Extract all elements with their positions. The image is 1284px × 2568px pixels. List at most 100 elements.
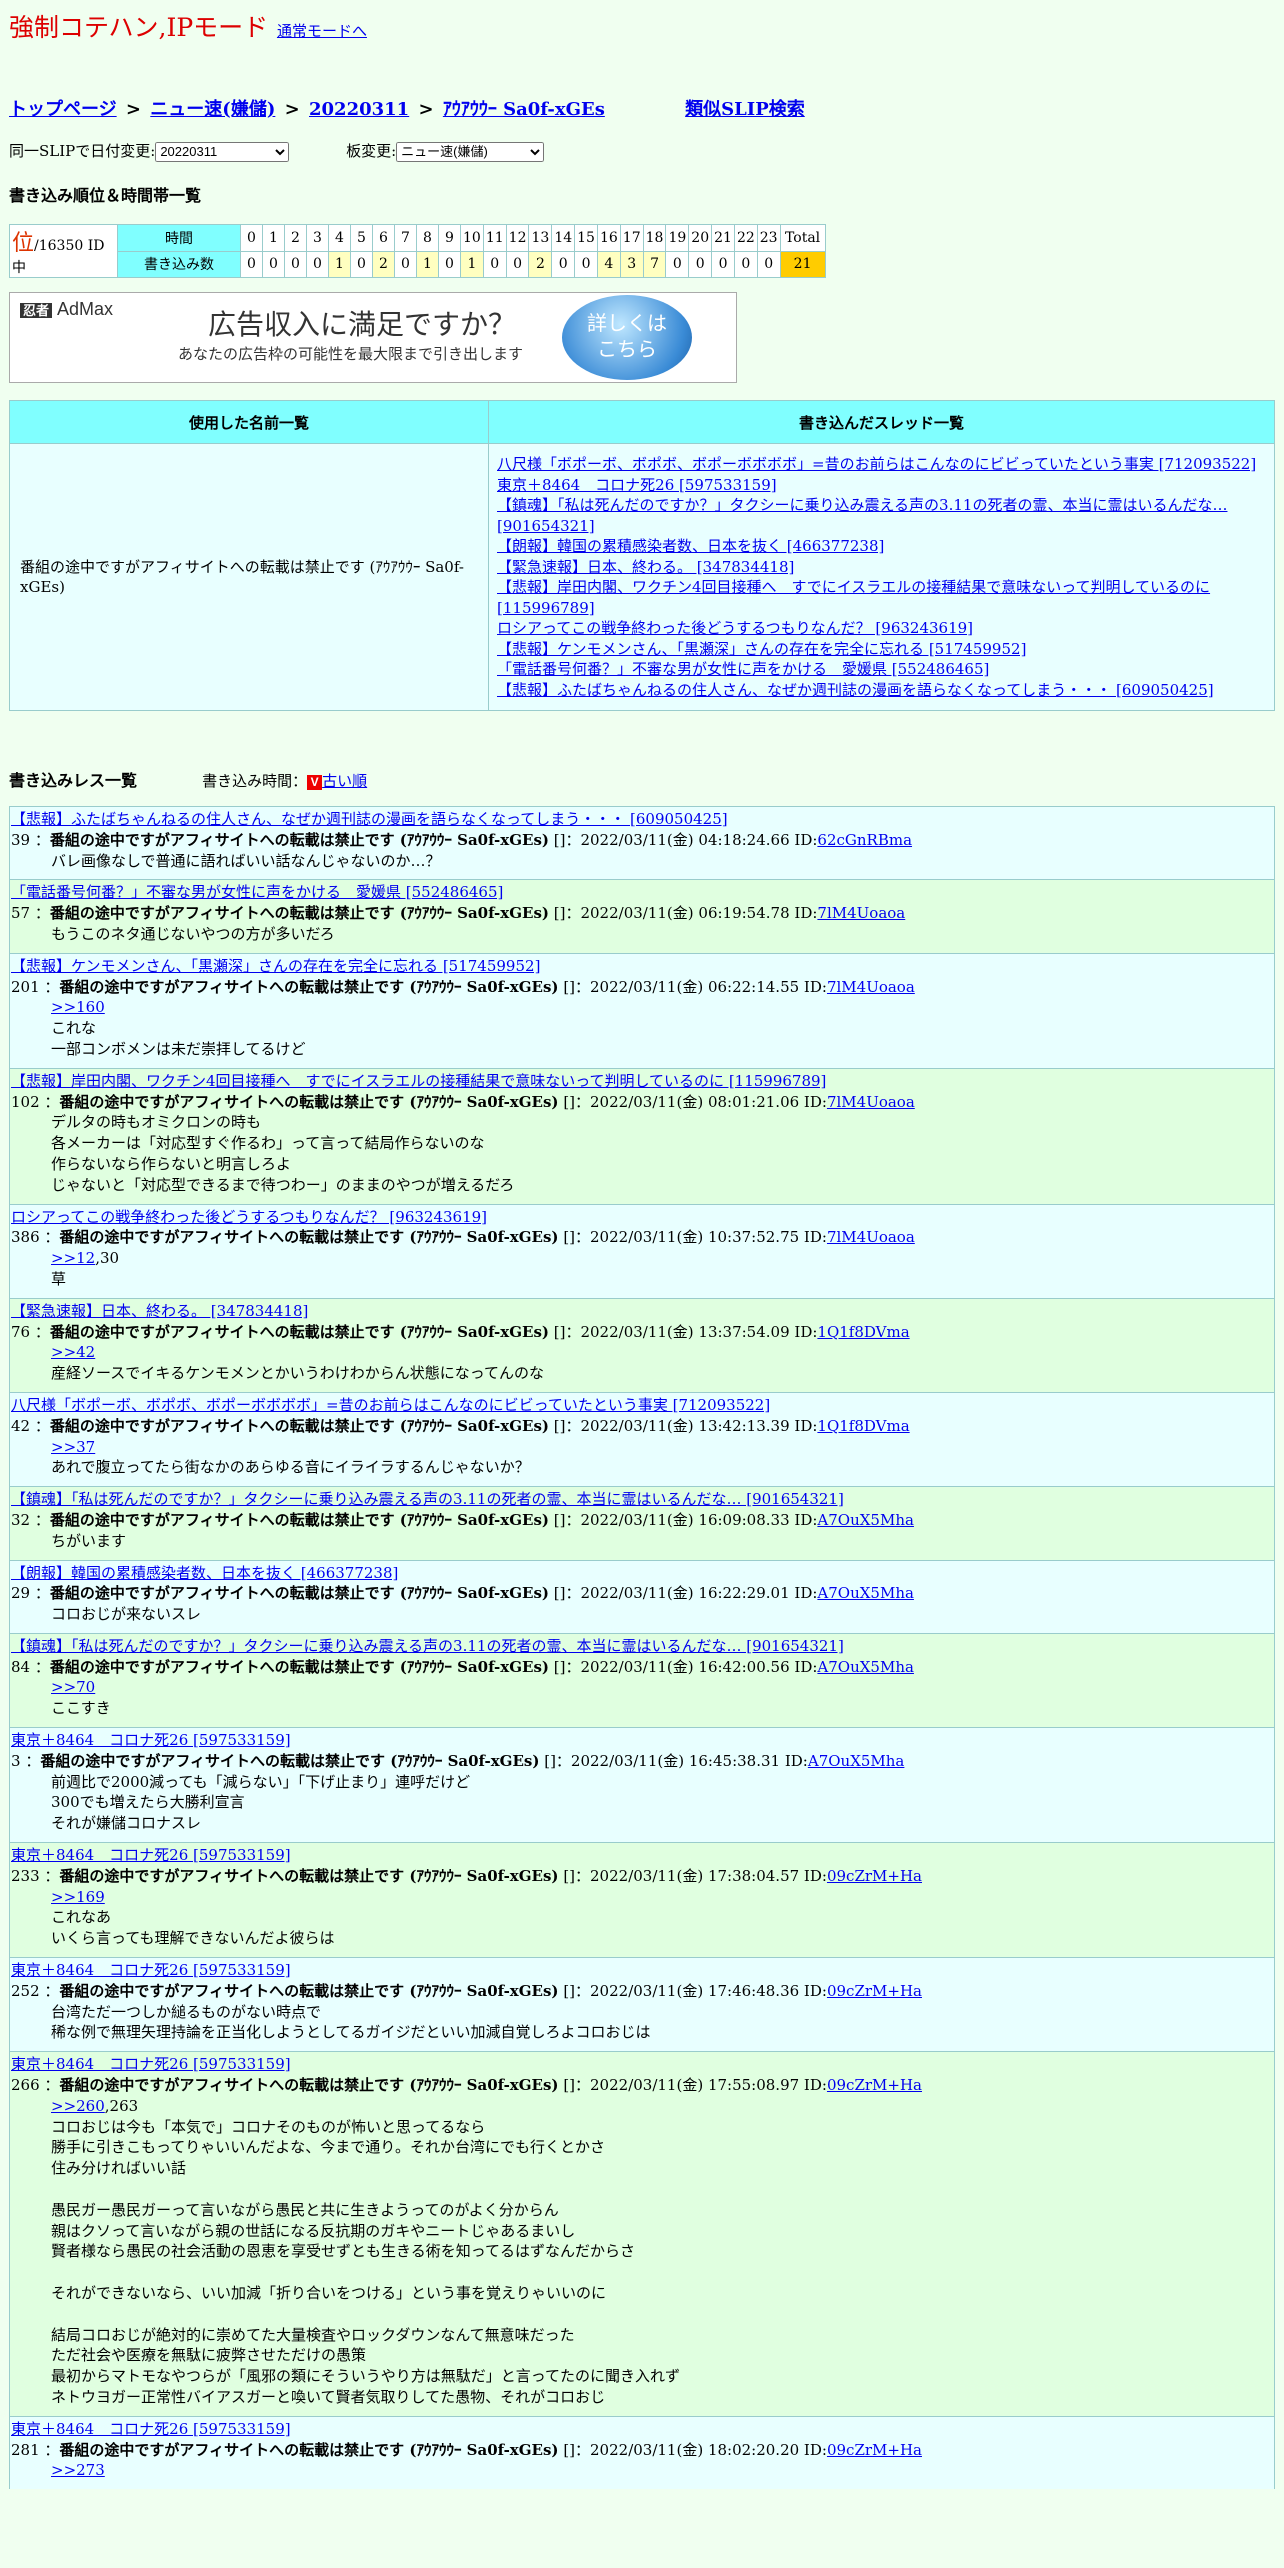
hour-cell: 12	[505, 224, 530, 252]
thread-link[interactable]: 八尺様「ボポーボ、ボポボ、ボポーボボボボ」=昔のお前らはこんなのにビビっていたと…	[497, 454, 1266, 475]
thread-link[interactable]: 【朗報】韓国の累積感染者数、日本を抜く [466377238]	[497, 536, 1266, 557]
post-thread-link[interactable]: 八尺様「ボポーボ、ボポボ、ボポーボボボボ」=昔のお前らはこんなのにビビっていたと…	[11, 1395, 1273, 1416]
post-date: []：2022/03/11(金) 16:42:00.56 ID:	[553, 1657, 818, 1676]
post-id-link[interactable]: A7OuX5Mha	[808, 1752, 905, 1770]
post-date: []：2022/03/11(金) 16:22:29.01 ID:	[553, 1584, 818, 1603]
post-author: 番組の途中ですがアフィサイトへの転載は禁止です (ｱｳｱｳｳｰ Sa0f-xGE…	[40, 1751, 540, 1770]
post-thread-link[interactable]: 【朗報】韓国の累積感染者数、日本を抜く [466377238]	[11, 1563, 1273, 1584]
post-thread-link[interactable]: 【悲報】岸田内閣、ワクチン4回目接種へ すでにイスラエルの接種結果で意味ないって…	[11, 1071, 1273, 1092]
post-anchor-link[interactable]: >>70	[51, 1678, 95, 1696]
thread-link[interactable]: 「電話番号何番？」不審な男が女性に声をかける 愛媛県 [552486465]	[497, 659, 1266, 680]
post-body: コロおじが来ないスレ	[51, 1605, 202, 1624]
posts-title: 書き込みレス一覧	[9, 771, 138, 790]
similar-slip-link[interactable]: 類似SLIP検索	[685, 99, 805, 120]
selector-bar: 同一SLIPで日付変更: 20220311 板変更: ニュー速(嫌儲)	[9, 140, 545, 162]
thread-link[interactable]: 東京＋8464 コロナ死26 [597533159]	[497, 475, 1266, 496]
post-item: 【緊急速報】日本、終わる。 [347834418] 76 ：番組の途中ですがアフィ…	[9, 1297, 1275, 1392]
hour-cell: 21	[711, 224, 735, 252]
count-cell: 0	[284, 250, 307, 278]
post-id-link[interactable]: 7lM4Uoaoa	[827, 978, 915, 996]
post-item: 「電話番号何番？」不審な男が女性に声をかける 愛媛県 [552486465] 57…	[9, 879, 1275, 953]
post-anchor-link[interactable]: >>260	[51, 2097, 105, 2115]
post-id-link[interactable]: A7OuX5Mha	[817, 1511, 914, 1529]
post-thread-link[interactable]: 東京＋8464 コロナ死26 [597533159]	[11, 1845, 1273, 1866]
post-author: 番組の途中ですがアフィサイトへの転載は禁止です (ｱｳｱｳｳｰ Sa0f-xGE…	[59, 2440, 559, 2459]
board-select[interactable]: ニュー速(嫌儲)	[396, 141, 545, 162]
post-id-link[interactable]: 7lM4Uoaoa	[827, 1228, 915, 1246]
hour-cell: 2	[284, 224, 307, 252]
post-anchor-link[interactable]: >>12	[51, 1249, 95, 1267]
post-id-link[interactable]: A7OuX5Mha	[817, 1658, 914, 1676]
count-cell: 2	[372, 250, 395, 278]
post-anchor-line: >>42	[51, 1342, 1273, 1363]
post-thread-link[interactable]: ロシアってこの戦争終わった後どうするつもりなんだ？ [963243619]	[11, 1207, 1273, 1228]
hour-cell: 22	[733, 224, 758, 252]
post-author: 番組の途中ですがアフィサイトへの転載は禁止です (ｱｳｱｳｳｰ Sa0f-xGE…	[59, 977, 559, 996]
post-id-link[interactable]: A7OuX5Mha	[817, 1584, 914, 1602]
breadcrumb-slip[interactable]: ｱｳｱｳｳｰ Sa0f-xGEs	[443, 99, 605, 120]
post-id-link[interactable]: 09cZrM+Ha	[827, 2441, 922, 2459]
post-thread-link[interactable]: 【悲報】ケンモメンさん、「黒瀬深」さんの存在を完全に忘れる [517459952…	[11, 956, 1273, 977]
count-cell: 1	[416, 250, 439, 278]
post-anchor-link[interactable]: >>160	[51, 998, 105, 1016]
hour-cell: 0	[240, 224, 263, 252]
count-cell: 0	[240, 250, 263, 278]
normal-mode-link[interactable]: 通常モードへ	[277, 22, 367, 40]
post-id-link[interactable]: 1Q1f8DVma	[817, 1417, 909, 1435]
post-thread-link[interactable]: 【鎮魂】「私は死んだのですか？」タクシーに乗り込み震える声の3.11の死者の霊、…	[11, 1489, 1273, 1510]
breadcrumb-date[interactable]: 20220311	[309, 99, 409, 120]
post-body: これなあ いくら言っても理解できないんだよ彼らは	[51, 1908, 335, 1948]
post-id-link[interactable]: 09cZrM+Ha	[827, 1982, 922, 2000]
post-item: 東京＋8464 コロナ死26 [597533159] 281 ：番組の途中ですがア…	[9, 2415, 1275, 2490]
post-anchor-link[interactable]: >>169	[51, 1888, 105, 1906]
post-id-link[interactable]: 7lM4Uoaoa	[817, 904, 905, 922]
thread-link[interactable]: 【緊急速報】日本、終わる。 [347834418]	[497, 557, 1266, 578]
breadcrumb-board[interactable]: ニュー速(嫌儲)	[150, 99, 275, 120]
date-select[interactable]: 20220311	[155, 141, 290, 162]
post-thread-link[interactable]: 東京＋8464 コロナ死26 [597533159]	[11, 2054, 1273, 2075]
post-id-link[interactable]: 1Q1f8DVma	[817, 1323, 909, 1341]
post-number: 57	[11, 904, 31, 923]
ad-badge-line2: こちら	[597, 339, 657, 361]
post-anchor-line: >>260,263	[51, 2096, 1273, 2117]
post-number: 252	[11, 1981, 40, 2000]
breadcrumb-top[interactable]: トップページ	[9, 99, 117, 120]
post-thread-link[interactable]: 【緊急速報】日本、終わる。 [347834418]	[11, 1301, 1273, 1322]
post-date: []：2022/03/11(金) 06:22:14.55 ID:	[563, 977, 827, 996]
post-anchor-link[interactable]: >>273	[51, 2461, 105, 2479]
sort-v-icon: V	[307, 774, 323, 790]
post-anchor-link[interactable]: >>42	[51, 1343, 95, 1361]
thread-link[interactable]: 【鎮魂】「私は死んだのですか？」タクシーに乗り込み震える声の3.11の死者の霊、…	[497, 495, 1266, 536]
post-meta: 266 ：番組の途中ですがアフィサイトへの転載は禁止です (ｱｳｱｳｳｰ Sa0…	[11, 2076, 922, 2095]
count-cell: 2	[528, 250, 553, 278]
thread-link[interactable]: 【悲報】ケンモメンさん、「黒瀬深」さんの存在を完全に忘れる [517459952…	[497, 639, 1266, 660]
post-anchor-line: >>160	[51, 997, 1273, 1018]
thread-link[interactable]: 【悲報】岸田内閣、ワクチン4回目接種へ すでにイスラエルの接種結果で意味ないって…	[497, 577, 1266, 618]
post-thread-link[interactable]: 【鎮魂】「私は死んだのですか？」タクシーに乗り込み震える声の3.11の死者の霊、…	[11, 1636, 1273, 1657]
hour-cell: 11	[482, 224, 507, 252]
post-thread-link[interactable]: 「電話番号何番？」不審な男が女性に声をかける 愛媛県 [552486465]	[11, 882, 1273, 903]
post-id-link[interactable]: 62cGnRBma	[817, 831, 912, 849]
post-date: []：2022/03/11(金) 10:37:52.75 ID:	[563, 1228, 827, 1247]
post-id-link[interactable]: 7lM4Uoaoa	[827, 1093, 915, 1111]
count-cell: 0	[574, 250, 598, 278]
ad-banner[interactable]: 忍者 AdMax 広告収入に満足ですか？ あなたの広告枠の可能性を最大限まで引き…	[9, 292, 737, 383]
hour-cell: 3	[306, 224, 329, 252]
ad-subtext: あなたの広告枠の可能性を最大限まで引き出します	[178, 346, 524, 363]
post-anchor-link[interactable]: >>37	[51, 1438, 95, 1456]
sort-order-link[interactable]: 古い順	[322, 772, 367, 790]
post-thread-link[interactable]: 東京＋8464 コロナ死26 [597533159]	[11, 1730, 1273, 1751]
post-thread-link[interactable]: 東京＋8464 コロナ死26 [597533159]	[11, 1960, 1273, 1981]
post-meta: 84 ：番組の途中ですがアフィサイトへの転載は禁止です (ｱｳｱｳｳｰ Sa0f…	[11, 1657, 914, 1676]
post-id-link[interactable]: 09cZrM+Ha	[827, 1867, 922, 1885]
thread-link[interactable]: ロシアってこの戦争終わった後どうするつもりなんだ？ [963243619]	[497, 618, 1266, 639]
count-cell: 0	[482, 250, 507, 278]
post-number: 39	[11, 830, 31, 849]
hour-cell: 7	[394, 224, 417, 252]
count-cell: 0	[394, 250, 417, 278]
thread-link[interactable]: 【悲報】ふたばちゃんねるの住人さん、なぜか週刊誌の漫画を語らなくなってしまう・・…	[497, 680, 1266, 701]
post-thread-link[interactable]: 東京＋8464 コロナ死26 [597533159]	[11, 2419, 1273, 2440]
post-thread-link[interactable]: 【悲報】ふたばちゃんねるの住人さん、なぜか週刊誌の漫画を語らなくなってしまう・・…	[11, 809, 1273, 830]
post-id-link[interactable]: 09cZrM+Ha	[827, 2076, 922, 2094]
ad-details-button[interactable]: 詳しくは こちら	[562, 295, 692, 380]
